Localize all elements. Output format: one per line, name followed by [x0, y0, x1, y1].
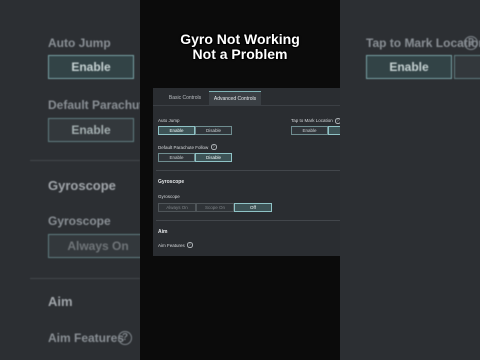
- caption-line-1: Gyro Not Working: [180, 31, 300, 47]
- tap-to-mark-disable-button[interactable]: [328, 126, 340, 135]
- background-left-blurred: Auto Jump Enable Default Parachute F Ena…: [0, 0, 140, 360]
- settings-panel: Basic Controls Advanced Controls Auto Ju…: [153, 88, 340, 256]
- parachute-help-icon[interactable]: ?: [211, 144, 217, 150]
- bg-parachute-enable: Enable: [48, 118, 134, 142]
- aim-features-label: Aim Features: [158, 243, 185, 248]
- bg-tap-help-icon: ?: [464, 36, 478, 50]
- bg-default-parachute-label: Default Parachute F: [48, 98, 140, 112]
- tap-to-mark-label: Tap to Mark Location: [291, 118, 333, 123]
- divider-2: [156, 220, 340, 221]
- bg-auto-jump-label: Auto Jump: [48, 36, 111, 50]
- tab-bar: Basic Controls Advanced Controls: [153, 88, 340, 106]
- bg-aim-section: Aim: [48, 294, 73, 309]
- gyroscope-off-button[interactable]: Off: [234, 203, 272, 212]
- parachute-disable-button[interactable]: Disable: [195, 153, 232, 162]
- gyroscope-section-title: Gyroscope: [158, 179, 185, 185]
- video-caption: Gyro Not Working Not a Problem: [140, 32, 340, 62]
- bg-aim-features-label: Aim Features: [48, 331, 125, 345]
- gyroscope-always-on-button[interactable]: Always On: [158, 203, 196, 212]
- bg-always-on: Always On: [48, 234, 140, 258]
- tab-basic-controls[interactable]: Basic Controls: [159, 91, 211, 105]
- tap-to-mark-enable-button[interactable]: Enable: [291, 126, 328, 135]
- divider: [156, 170, 340, 171]
- auto-jump-enable-button[interactable]: Enable: [158, 126, 195, 135]
- tab-advanced-controls[interactable]: Advanced Controls: [209, 91, 261, 105]
- aim-section-title: Aim: [158, 229, 168, 235]
- background-right-blurred: Tap to Mark Location ? Enable: [340, 0, 480, 360]
- bg-auto-jump-enable: Enable: [48, 55, 134, 79]
- auto-jump-disable-button[interactable]: Disable: [195, 126, 232, 135]
- gyroscope-scope-on-button[interactable]: Scope On: [196, 203, 234, 212]
- caption-line-2: Not a Problem: [192, 46, 288, 62]
- bg-help-icon: ?: [118, 331, 132, 345]
- aim-features-help-icon[interactable]: ?: [187, 242, 193, 248]
- video-frame: Gyro Not Working Not a Problem Basic Con…: [140, 0, 340, 360]
- tap-to-mark-help-icon[interactable]: ?: [335, 118, 340, 124]
- bg-gyroscope-label: Gyroscope: [48, 214, 111, 228]
- default-parachute-label: Default Parachute Follow: [158, 145, 209, 150]
- bg-gyroscope-section: Gyroscope: [48, 178, 116, 193]
- bg-divider-2: [30, 278, 140, 279]
- bg-tap-disable: [454, 55, 480, 79]
- bg-divider: [30, 160, 140, 161]
- auto-jump-label: Auto Jump: [158, 118, 180, 123]
- parachute-enable-button[interactable]: Enable: [158, 153, 195, 162]
- bg-tap-to-mark-label: Tap to Mark Location: [366, 36, 480, 50]
- bg-tap-enable: Enable: [366, 55, 452, 79]
- gyroscope-label: Gyroscope: [158, 194, 180, 199]
